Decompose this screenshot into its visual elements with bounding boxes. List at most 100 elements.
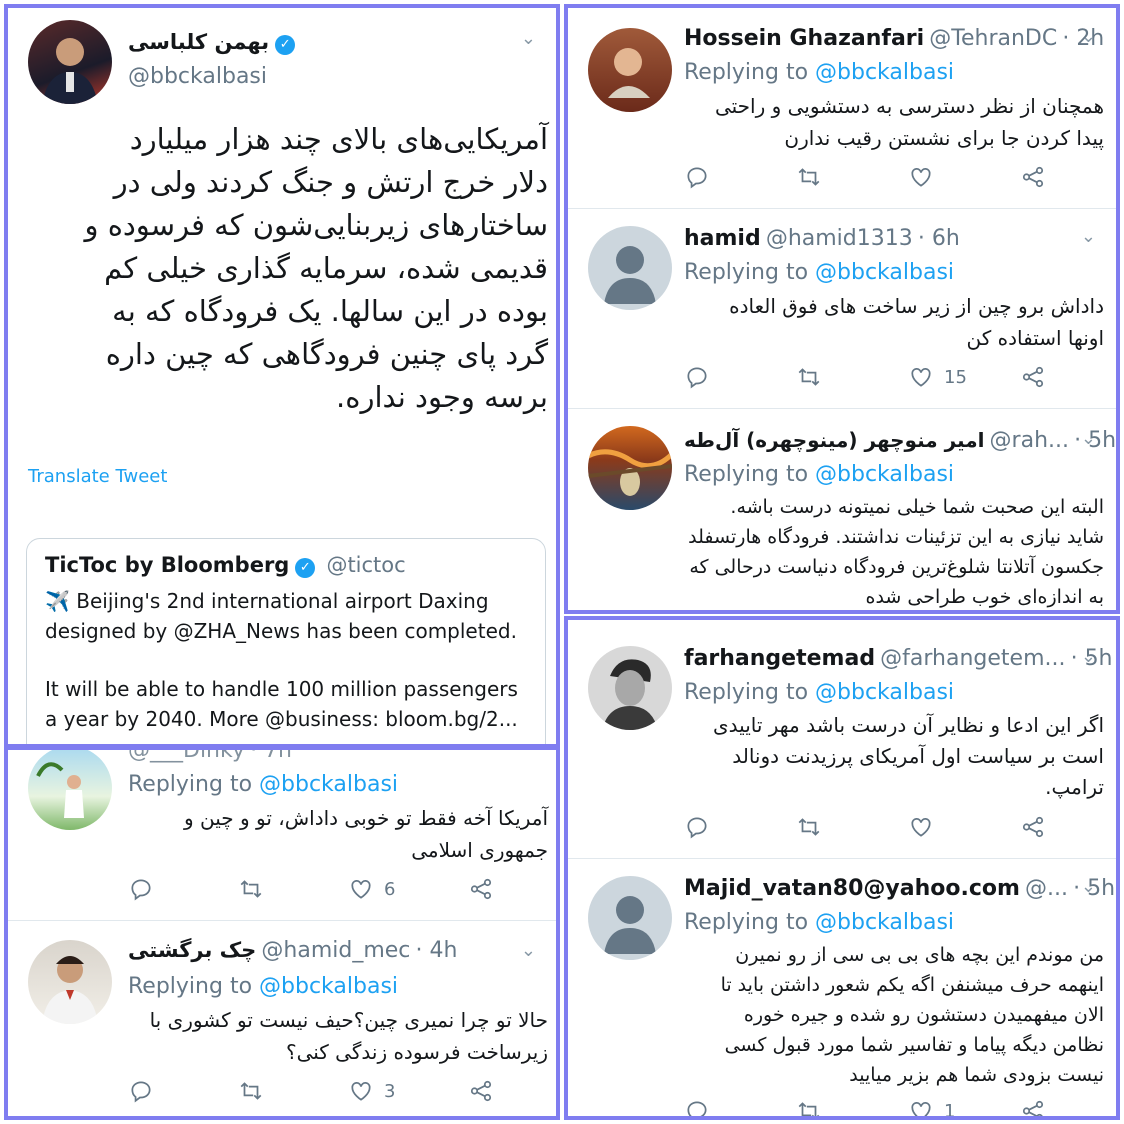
avatar[interactable] <box>588 426 672 510</box>
reply-author-name[interactable]: farhangetemad <box>684 646 875 671</box>
avatar[interactable] <box>588 226 672 310</box>
reply-text: همچنان از نظر دسترسی به دستشویی و راحتی … <box>714 94 1104 150</box>
default-avatar-icon <box>604 246 656 304</box>
verified-icon: ✓ <box>275 34 296 55</box>
replies-left-panel: @___Dinky · 7h Replying to @bbckalbasi آ… <box>4 746 560 1120</box>
quoted-tweet[interactable]: TicToc by Bloomberg ✓ @tictoc ✈️ Beijing'… <box>26 538 546 744</box>
reply-author-name[interactable]: Majid_vatan80@yahoo.com <box>684 876 1020 901</box>
reply-author-handle[interactable]: @hamid_mec <box>261 938 410 963</box>
replying-to: Replying to @bbckalbasi <box>684 60 954 85</box>
replying-to: Replying to @bbckalbasi <box>684 680 954 705</box>
replying-mention[interactable]: @bbckalbasi <box>815 60 954 85</box>
reply-author-handle[interactable]: @___Dinky <box>128 750 245 763</box>
replying-label: Replying to <box>684 260 809 285</box>
like-action[interactable]: 1 <box>908 1098 1020 1116</box>
retweet-action[interactable] <box>796 814 908 840</box>
replying-label: Replying to <box>684 680 809 705</box>
replying-mention[interactable]: @bbckalbasi <box>815 260 954 285</box>
chevron-down-icon[interactable]: ⌄ <box>1081 26 1096 47</box>
retweet-action[interactable] <box>796 1098 908 1116</box>
retweet-action[interactable] <box>238 1078 348 1104</box>
like-action[interactable]: 6 <box>348 876 468 902</box>
reply-action[interactable] <box>128 876 238 902</box>
reply-text: حالا تو چرا نمیری چین؟حیف نیست تو کشوری … <box>149 1008 548 1064</box>
chevron-down-icon[interactable]: ⌄ <box>1081 428 1096 449</box>
verified-icon: ✓ <box>295 557 316 578</box>
avatar[interactable] <box>588 28 672 112</box>
replying-mention[interactable]: @bbckalbasi <box>259 772 398 797</box>
avatar[interactable] <box>28 750 112 830</box>
quote-line-1: Beijing's 2nd international airport Daxi… <box>45 588 517 643</box>
quote-line-2: It will be able to handle 100 million pa… <box>45 676 518 731</box>
reply-time[interactable]: · 7h <box>250 750 292 763</box>
replying-label: Replying to <box>684 60 809 85</box>
reply-author-handle[interactable]: @hamid1313 <box>766 226 913 251</box>
like-icon <box>351 880 371 899</box>
retweet-action[interactable] <box>238 876 348 902</box>
chevron-down-icon[interactable]: ⌄ <box>521 940 536 961</box>
reply-icon <box>131 1081 151 1103</box>
reply-author-handle[interactable]: @... <box>1025 876 1068 901</box>
avatar[interactable] <box>28 940 112 1024</box>
reply-author-name[interactable]: hamid <box>684 226 761 251</box>
tweet-actions: 3 <box>128 1078 494 1104</box>
reply-text: البته این صحبت شما خیلی نمیتونه درست باش… <box>688 496 1104 608</box>
tweet-text: آمریکایی‌های بالای چند هزار میلیارد دلار… <box>84 122 548 414</box>
chevron-down-icon[interactable]: ⌄ <box>521 28 536 49</box>
retweet-action[interactable] <box>796 164 908 190</box>
share-action[interactable] <box>1020 1098 1046 1116</box>
chevron-down-icon[interactable]: ⌄ <box>1081 876 1096 897</box>
like-count: 6 <box>384 878 396 900</box>
share-icon <box>1022 166 1044 188</box>
author-handle[interactable]: @bbckalbasi <box>128 64 267 89</box>
author-name[interactable]: بهمن کلباسی <box>128 30 269 54</box>
chevron-down-icon[interactable]: ⌄ <box>1081 226 1096 247</box>
reply-action[interactable] <box>684 364 796 390</box>
avatar-image <box>42 38 98 104</box>
share-action[interactable] <box>468 876 494 902</box>
share-action[interactable] <box>1020 364 1046 390</box>
reply-author-name[interactable]: امیر منوچهر (مینوچهره) آل‌طه <box>684 428 984 452</box>
reply-author-handle[interactable]: @farhangetem... <box>880 646 1065 671</box>
reply-author-handle[interactable]: @TehranDC <box>929 26 1057 51</box>
reply-author-handle[interactable]: @rah... <box>990 428 1069 453</box>
retweet-icon <box>240 880 262 898</box>
share-action[interactable] <box>468 1078 494 1104</box>
like-action[interactable]: 3 <box>348 1078 468 1104</box>
reply-time[interactable]: · 6h <box>918 226 960 251</box>
chevron-down-icon[interactable]: ⌄ <box>1081 646 1096 667</box>
reply-author-row: Majid_vatan80@yahoo.com @... · 5h <box>684 876 1115 901</box>
reply-action[interactable] <box>684 1098 796 1116</box>
replying-mention[interactable]: @bbckalbasi <box>815 910 954 935</box>
avatar[interactable] <box>588 646 672 730</box>
like-action[interactable] <box>908 814 1020 840</box>
reply-author-name[interactable]: چک برگشتی <box>128 938 256 962</box>
share-action[interactable] <box>1020 164 1046 190</box>
share-action[interactable] <box>1020 814 1046 840</box>
replying-mention[interactable]: @bbckalbasi <box>259 974 398 999</box>
replying-label: Replying to <box>684 910 809 935</box>
reply-icon <box>687 367 707 389</box>
replying-mention[interactable]: @bbckalbasi <box>815 462 954 487</box>
like-icon <box>911 168 931 187</box>
like-icon <box>911 1102 931 1116</box>
airplane-icon: ✈️ <box>45 588 70 613</box>
share-icon <box>470 1080 492 1102</box>
avatar[interactable] <box>588 876 672 960</box>
retweet-icon <box>798 168 820 186</box>
avatar[interactable] <box>28 20 112 104</box>
replying-mention[interactable]: @bbckalbasi <box>815 680 954 705</box>
like-action[interactable]: 15 <box>908 364 1020 390</box>
translate-tweet-link[interactable]: Translate Tweet <box>28 466 167 487</box>
reply-author-name[interactable]: Hossein Ghazanfari <box>684 26 924 51</box>
reply-action[interactable] <box>684 164 796 190</box>
retweet-icon <box>798 818 820 836</box>
share-icon <box>470 878 492 900</box>
reply-icon <box>687 817 707 839</box>
like-action[interactable] <box>908 164 1020 190</box>
retweet-action[interactable] <box>796 364 908 390</box>
reply-time[interactable]: · 4h <box>415 938 457 963</box>
reply-action[interactable] <box>128 1078 238 1104</box>
share-icon <box>1022 1100 1044 1116</box>
reply-action[interactable] <box>684 814 796 840</box>
